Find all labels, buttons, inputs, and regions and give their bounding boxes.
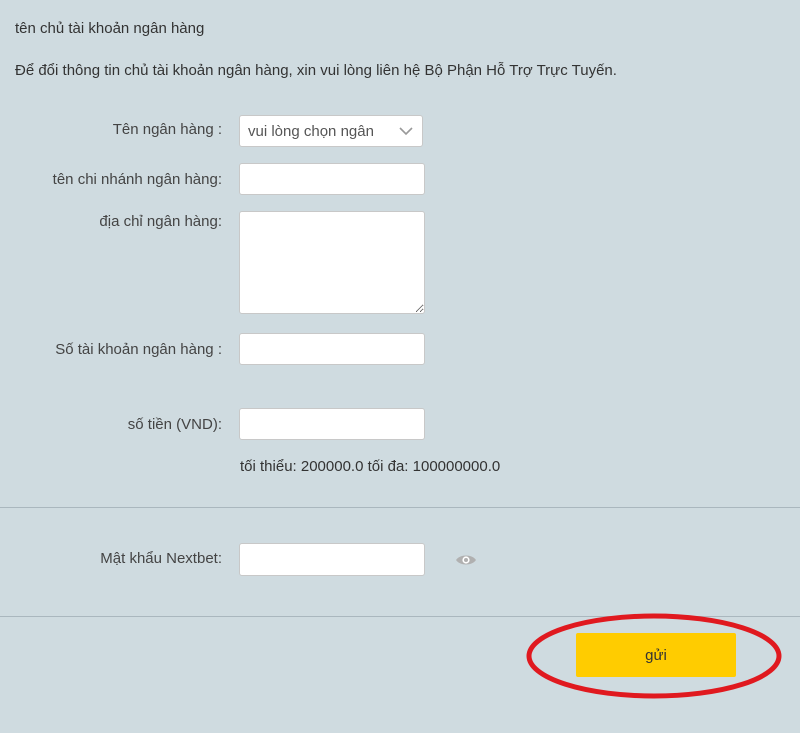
amount-label: số tiền (VND): xyxy=(127,416,222,433)
password-input[interactable] xyxy=(240,544,455,575)
divider-top xyxy=(0,507,800,508)
password-label: Mật khẩu Nextbet: xyxy=(100,550,222,567)
branch-input[interactable] xyxy=(239,163,425,195)
submit-button[interactable]: gửi xyxy=(576,633,736,677)
amount-hint: tối thiểu: 200000.0 tối đa: 100000000.0 xyxy=(240,458,501,475)
header-title: tên chủ tài khoản ngân hàng xyxy=(15,20,205,37)
bank-name-select-value: vui lòng chọn ngân xyxy=(248,122,374,140)
address-label: địa chỉ ngân hàng: xyxy=(99,213,222,230)
amount-input[interactable] xyxy=(239,408,425,440)
account-number-label: Số tài khoản ngân hàng : xyxy=(55,341,222,358)
branch-label: tên chi nhánh ngân hàng: xyxy=(52,171,222,188)
divider-bottom xyxy=(0,616,800,617)
bank-name-select[interactable]: vui lòng chọn ngân xyxy=(239,115,423,147)
chevron-down-icon xyxy=(398,123,414,139)
password-field[interactable] xyxy=(239,543,476,576)
eye-icon[interactable] xyxy=(455,550,477,570)
address-textarea[interactable] xyxy=(239,211,425,314)
account-number-input[interactable] xyxy=(239,333,425,365)
bank-name-label: Tên ngân hàng : xyxy=(112,121,222,138)
header-note: Để đổi thông tin chủ tài khoản ngân hàng… xyxy=(15,62,617,79)
